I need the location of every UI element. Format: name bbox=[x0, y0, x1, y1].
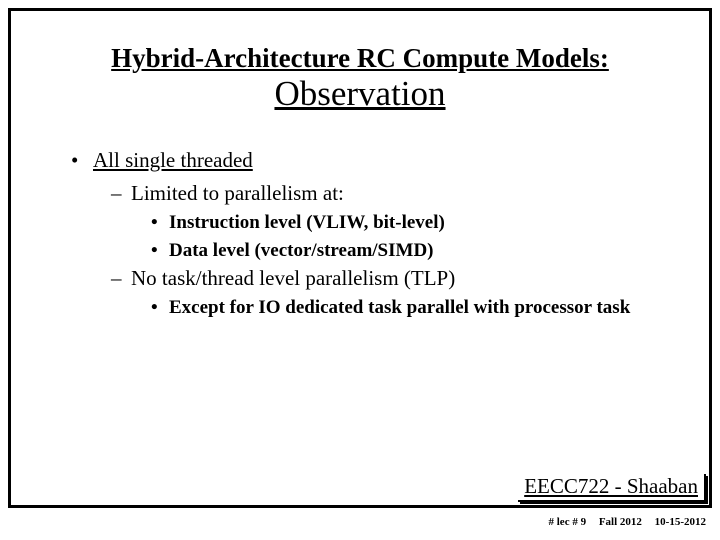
bullet-text: All single threaded bbox=[93, 148, 253, 172]
title-line-2: Observation bbox=[31, 74, 689, 114]
bullet-dot-icon: • bbox=[151, 212, 169, 234]
bullet-dot-icon: • bbox=[71, 148, 93, 173]
bullet-text: Instruction level (VLIW, bit-level) bbox=[169, 212, 445, 233]
bullet-dot-icon: • bbox=[151, 297, 169, 319]
slide-title: Hybrid-Architecture RC Compute Models: O… bbox=[11, 11, 709, 126]
slide-content: •All single threaded –Limited to paralle… bbox=[11, 126, 709, 319]
bullet-dot-icon: • bbox=[151, 240, 169, 262]
bullet-level-1: •All single threaded bbox=[71, 148, 649, 173]
title-line-1: Hybrid-Architecture RC Compute Models: bbox=[31, 43, 689, 74]
footer-date: 10-15-2012 bbox=[655, 516, 706, 528]
dash-icon: – bbox=[111, 181, 131, 206]
bullet-text: Data level (vector/stream/SIMD) bbox=[169, 240, 434, 261]
footer-term: Fall 2012 bbox=[599, 516, 642, 528]
bullet-text: No task/thread level parallelism (TLP) bbox=[131, 266, 455, 290]
footer-lec: # lec # 9 bbox=[549, 516, 587, 528]
bullet-level-3: •Data level (vector/stream/SIMD) bbox=[151, 240, 649, 262]
slide-footer: # lec # 9 Fall 2012 10-15-2012 bbox=[539, 516, 707, 528]
bullet-level-3: •Except for IO dedicated task parallel w… bbox=[151, 297, 649, 319]
bullet-text: Except for IO dedicated task parallel wi… bbox=[169, 297, 630, 318]
slide-frame: Hybrid-Architecture RC Compute Models: O… bbox=[8, 8, 712, 508]
bullet-level-3: •Instruction level (VLIW, bit-level) bbox=[151, 212, 649, 234]
bullet-text: Limited to parallelism at: bbox=[131, 181, 344, 205]
dash-icon: – bbox=[111, 266, 131, 291]
bullet-level-2: –No task/thread level parallelism (TLP) bbox=[111, 266, 649, 291]
course-tag: EECC722 - Shaaban bbox=[518, 474, 706, 502]
bullet-level-2: –Limited to parallelism at: bbox=[111, 181, 649, 206]
